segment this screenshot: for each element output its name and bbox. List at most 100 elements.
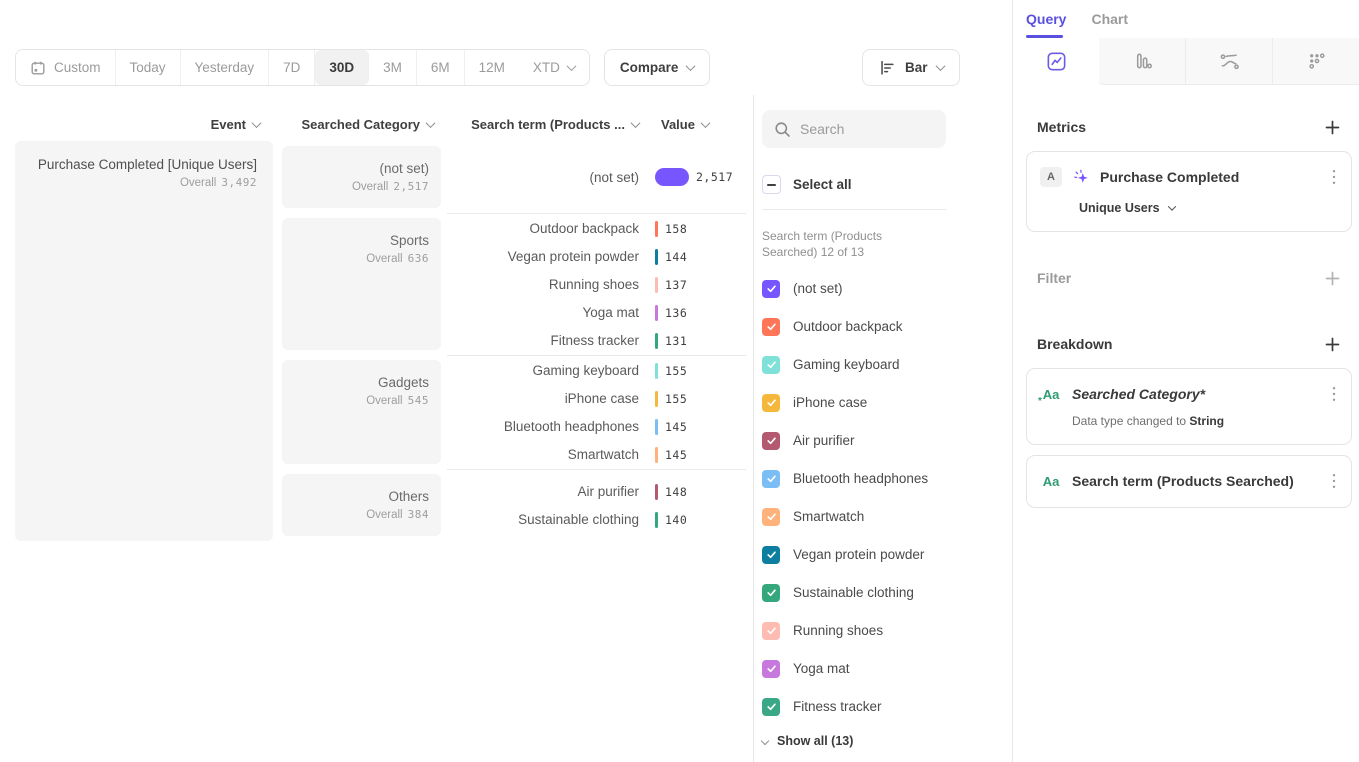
legend-item[interactable]: Running shoes [762, 622, 946, 640]
date-range-option[interactable]: 12M [465, 50, 519, 85]
legend-search[interactable] [762, 110, 946, 148]
table-header-row: Event Searched Category Search term (Pro… [15, 114, 746, 135]
legend-item-label: Smartwatch [793, 509, 864, 524]
breakdown-heading: Breakdown [1037, 336, 1112, 352]
table-row: Smartwatch 145 [447, 441, 746, 469]
legend-item[interactable]: Vegan protein powder [762, 546, 946, 564]
value-bar [655, 363, 658, 379]
table-row: Yoga mat 136 [447, 299, 746, 327]
tab-query[interactable]: Query [1026, 11, 1066, 27]
legend-item[interactable]: Sustainable clothing [762, 584, 946, 602]
checked-checkbox[interactable] [762, 280, 780, 298]
value-cell: 131 [647, 333, 746, 349]
value-bar [655, 391, 658, 407]
legend-item[interactable]: Air purifier [762, 432, 946, 450]
checked-checkbox[interactable] [762, 470, 780, 488]
show-all-toggle[interactable]: Show all (13) [762, 734, 946, 748]
value-bar [655, 333, 658, 349]
flows-icon [1218, 50, 1241, 73]
search-input[interactable] [800, 121, 930, 137]
measure-dropdown[interactable]: Unique Users [1079, 201, 1338, 215]
checked-checkbox[interactable] [762, 698, 780, 716]
value-number: 131 [665, 334, 687, 348]
date-range-option[interactable]: Today [116, 50, 181, 85]
checked-checkbox[interactable] [762, 660, 780, 678]
event-sparkle-icon [1072, 168, 1090, 186]
tab-retention[interactable] [1272, 38, 1359, 85]
date-range-option[interactable]: 3M [369, 50, 417, 85]
checked-checkbox[interactable] [762, 584, 780, 602]
legend-item[interactable]: Outdoor backpack [762, 318, 946, 336]
add-metric-button[interactable] [1325, 120, 1340, 135]
checked-checkbox[interactable] [762, 622, 780, 640]
legend-item[interactable]: Smartwatch [762, 508, 946, 526]
add-filter-button[interactable] [1325, 271, 1340, 286]
event-cell: Purchase Completed [Unique Users] Overal… [15, 141, 273, 541]
add-breakdown-button[interactable] [1325, 337, 1340, 352]
kebab-menu-icon[interactable] [1330, 471, 1338, 491]
date-range-option[interactable]: Yesterday [181, 50, 270, 85]
date-range-option[interactable]: 6M [417, 50, 465, 85]
tab-funnels[interactable] [1099, 38, 1185, 85]
legend-item[interactable]: Gaming keyboard [762, 356, 946, 374]
legend-item[interactable]: iPhone case [762, 394, 946, 412]
column-header-value[interactable]: Value [647, 114, 746, 135]
insights-icon [1045, 50, 1068, 73]
legend-list: (not set) Outdoor backpack Gaming ke [762, 280, 946, 716]
legend-item[interactable]: Fitness tracker [762, 698, 946, 716]
select-all[interactable]: Select all [762, 175, 946, 194]
checked-checkbox[interactable] [762, 318, 780, 336]
checked-checkbox[interactable] [762, 432, 780, 450]
breakdown-property-name: Search term (Products Searched) [1072, 473, 1320, 489]
table-row: Outdoor backpack 158 [447, 215, 746, 243]
kebab-menu-icon[interactable] [1330, 384, 1338, 404]
category-groups: (not set) Overall2,517 (not set) [282, 141, 746, 541]
string-property-icon: Aa [1040, 474, 1062, 489]
breakdown-card-search-term[interactable]: Aa Search term (Products Searched) [1026, 455, 1352, 508]
legend-item[interactable]: (not set) [762, 280, 946, 298]
legend-item-label: iPhone case [793, 395, 867, 410]
select-all-checkbox[interactable] [762, 175, 781, 194]
date-range-option[interactable]: 7D [269, 50, 315, 85]
category-cell: Sports Overall636 [282, 218, 441, 350]
kebab-menu-icon[interactable] [1330, 167, 1338, 187]
legend-item-label: Running shoes [793, 623, 883, 638]
column-header-event[interactable]: Event [15, 114, 273, 135]
column-header-term[interactable]: Search term (Products ... [447, 114, 647, 135]
date-range-xtd[interactable]: XTD [519, 50, 589, 85]
column-header-category[interactable]: Searched Category [282, 114, 441, 135]
legend-item-label: Gaming keyboard [793, 357, 900, 372]
value-cell: 140 [647, 512, 746, 528]
chevron-down-icon [761, 737, 769, 745]
legend-item-label: Yoga mat [793, 661, 850, 676]
chevron-down-icon [686, 61, 696, 71]
term-label: Outdoor backpack [447, 221, 647, 236]
value-cell: 137 [647, 277, 746, 293]
term-rows: (not set) 2,517 [447, 141, 746, 213]
string-property-icon: Aa* [1040, 387, 1062, 402]
tab-insights[interactable] [1013, 38, 1099, 85]
term-rows: Outdoor backpack 158 Vegan protein powde… [447, 213, 746, 355]
metric-card[interactable]: A Purchase Completed Unique Users [1026, 151, 1352, 232]
checked-checkbox[interactable] [762, 508, 780, 526]
value-number: 145 [665, 448, 687, 462]
legend-item[interactable]: Yoga mat [762, 660, 946, 678]
tab-flows[interactable] [1185, 38, 1272, 85]
date-range-custom-label: Custom [54, 60, 101, 75]
tab-chart[interactable]: Chart [1091, 11, 1128, 27]
compare-button[interactable]: Compare [604, 49, 711, 86]
checked-checkbox[interactable] [762, 394, 780, 412]
legend-item-label: Outdoor backpack [793, 319, 903, 334]
legend-item-label: Air purifier [793, 433, 855, 448]
value-cell: 158 [647, 221, 746, 237]
chart-type-select[interactable]: Bar [862, 49, 960, 86]
breakdown-card-searched-category[interactable]: Aa* Searched Category* Data type changed… [1026, 368, 1352, 445]
date-range-custom[interactable]: Custom [16, 50, 116, 85]
filter-section-header: Filter [1013, 270, 1359, 286]
checked-checkbox[interactable] [762, 546, 780, 564]
checked-checkbox[interactable] [762, 356, 780, 374]
date-range-options: TodayYesterday7D30D3M6M12M [116, 50, 519, 85]
legend-item[interactable]: Bluetooth headphones [762, 470, 946, 488]
value-number: 136 [665, 306, 687, 320]
date-range-option[interactable]: 30D [315, 50, 369, 85]
